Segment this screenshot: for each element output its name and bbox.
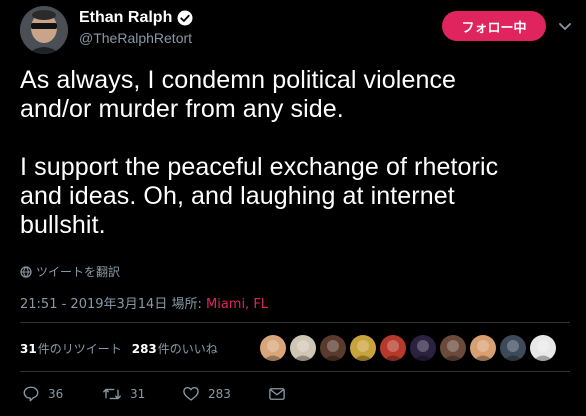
liker-avatar[interactable] <box>500 335 526 361</box>
tweet-stats: 31件のリツイート 283件のいいね <box>20 340 218 357</box>
following-button[interactable]: フォロー中 <box>442 11 546 41</box>
retweet-button[interactable]: 31 <box>102 385 182 403</box>
retweet-count: 31 <box>130 387 146 401</box>
divider <box>20 322 570 323</box>
tweet-timestamp[interactable]: 21:51 - 2019年3月14日 <box>20 297 167 312</box>
liker-avatar[interactable] <box>350 335 376 361</box>
location-link[interactable]: Miami, FL <box>206 297 268 312</box>
retweet-stat-count: 31 <box>20 342 37 356</box>
liker-avatar[interactable] <box>470 335 496 361</box>
like-stat[interactable]: 283件のいいね <box>132 340 218 357</box>
translate-tweet-link[interactable]: ツイートを翻訳 <box>20 263 120 280</box>
liker-avatar[interactable] <box>530 335 556 361</box>
liker-avatar[interactable] <box>260 335 286 361</box>
envelope-icon <box>269 388 285 400</box>
liker-avatar[interactable] <box>440 335 466 361</box>
liker-avatar[interactable] <box>290 335 316 361</box>
chevron-down-icon[interactable] <box>557 18 573 34</box>
liker-avatars <box>260 335 560 361</box>
retweet-stat[interactable]: 31件のリツイート <box>20 340 122 357</box>
tweet-text: As always, I condemn political violence … <box>20 66 499 239</box>
display-name[interactable]: Ethan Ralph <box>79 9 172 27</box>
heart-icon <box>183 386 199 401</box>
like-count: 283 <box>208 387 231 401</box>
direct-message-button[interactable] <box>268 385 294 403</box>
globe-icon <box>20 265 32 278</box>
divider <box>20 371 570 372</box>
user-handle[interactable]: @TheRalphRetort <box>79 30 192 46</box>
location-label: 場所: <box>171 297 206 312</box>
reply-icon <box>23 386 39 402</box>
like-stat-label: 件のいいね <box>157 342 218 356</box>
reply-count: 36 <box>48 387 64 401</box>
retweet-icon <box>103 388 121 400</box>
translate-label: ツイートを翻訳 <box>36 265 121 279</box>
like-button[interactable]: 283 <box>182 385 268 403</box>
liker-avatar[interactable] <box>380 335 406 361</box>
liker-avatar[interactable] <box>410 335 436 361</box>
tweet-actions: 36 31 283 <box>22 385 294 403</box>
user-avatar[interactable] <box>20 6 68 54</box>
verified-badge-icon <box>177 10 193 26</box>
tweet-meta: 21:51 - 2019年3月14日 場所: Miami, FL <box>20 293 268 312</box>
reply-button[interactable]: 36 <box>22 385 102 403</box>
retweet-stat-label: 件のリツイート <box>37 342 122 356</box>
liker-avatar[interactable] <box>320 335 346 361</box>
like-stat-count: 283 <box>131 342 157 356</box>
name-row: Ethan Ralph <box>79 9 194 27</box>
